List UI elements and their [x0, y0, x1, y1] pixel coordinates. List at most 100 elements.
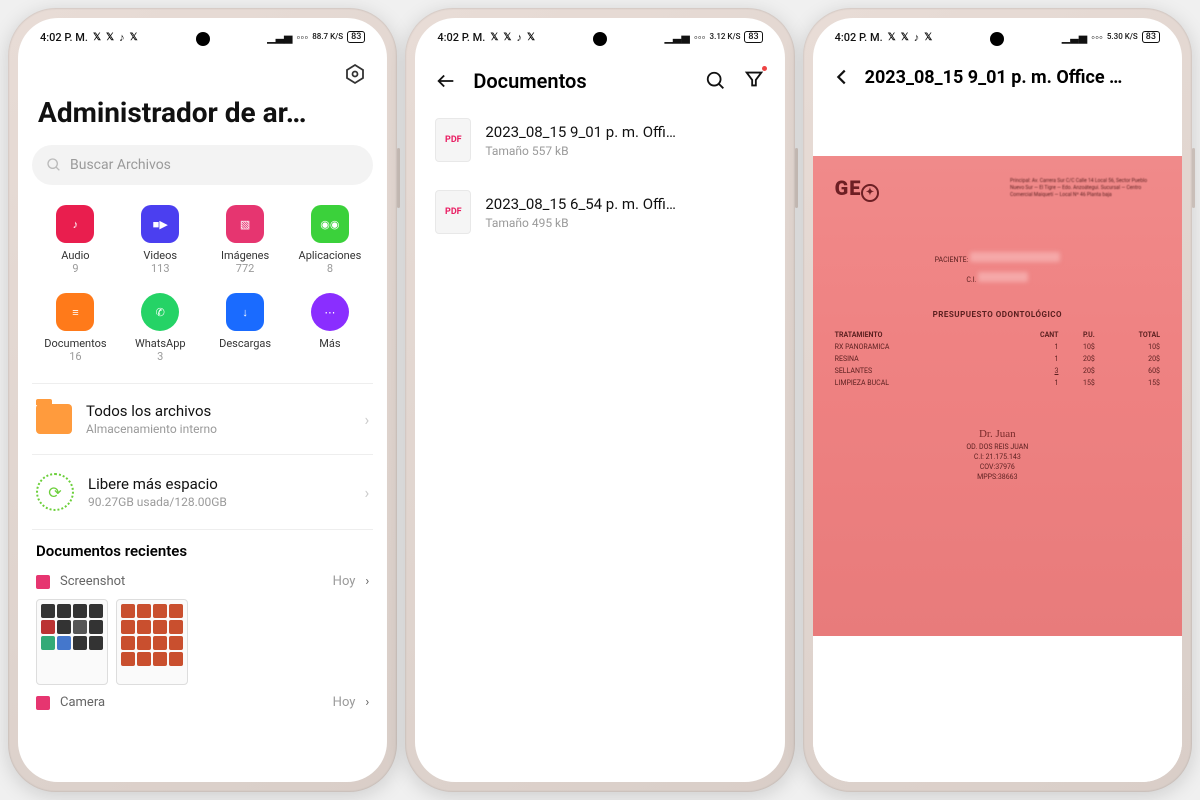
all-files-row[interactable]: Todos los archivos Almacenamiento intern… — [32, 383, 373, 454]
category-whatsapp[interactable]: ✆ WhatsApp 3 — [121, 293, 200, 363]
category-label: Audio — [61, 249, 89, 262]
status-x-icon: 𝕏 — [503, 32, 511, 43]
cleaner-icon: ⟳ — [36, 473, 74, 511]
status-x-icon: 𝕏 — [490, 32, 498, 43]
category-videos[interactable]: ■▶ Videos 113 — [121, 205, 200, 275]
download-icon: ↓ — [226, 293, 264, 331]
battery-indicator: 83 — [744, 31, 762, 43]
chevron-right-icon: › — [365, 695, 369, 710]
wifi-icon: ◦◦◦ — [1091, 31, 1103, 44]
thumbnail[interactable] — [36, 599, 108, 685]
category-count: 3 — [157, 350, 163, 363]
net-speed: 3.12 K/S — [710, 33, 741, 41]
battery-indicator: 83 — [1142, 31, 1160, 43]
category-documents[interactable]: ≡ Documentos 16 — [36, 293, 115, 363]
category-label: Descargas — [219, 337, 271, 350]
search-icon[interactable] — [705, 70, 727, 92]
search-icon — [46, 157, 62, 173]
status-x-icon: 𝕏 — [924, 32, 932, 43]
phone-frame-1: 4:02 P. M. 𝕏 𝕏 ♪ 𝕏 ▁▃▅ ◦◦◦ 88.7 K/S 83 A… — [8, 8, 397, 792]
camera-notch — [593, 32, 607, 46]
row-subtitle: 90.27GB usada/128.00GB — [88, 495, 227, 509]
document-viewer[interactable]: GE✦ Principal: Av. Carrera Sur C/C Calle… — [813, 156, 1182, 782]
row-title: Todos los archivos — [86, 402, 217, 420]
pdf-icon: PDF — [435, 118, 471, 162]
image-icon: ▧ — [226, 205, 264, 243]
search-placeholder: Buscar Archivos — [70, 157, 171, 173]
category-audio[interactable]: ♪ Audio 9 — [36, 205, 115, 275]
camera-notch — [990, 32, 1004, 46]
pdf-icon: PDF — [435, 190, 471, 234]
signal-icon: ▁▃▅ — [1062, 31, 1087, 44]
thumbnail[interactable] — [116, 599, 188, 685]
category-more[interactable]: ⋯ Más — [290, 293, 369, 363]
category-count: 772 — [236, 262, 255, 275]
battery-indicator: 83 — [347, 31, 365, 43]
category-label: WhatsApp — [135, 337, 186, 350]
whatsapp-icon: ✆ — [141, 293, 179, 331]
image-icon — [36, 696, 50, 710]
android-icon: ◉◉ — [311, 205, 349, 243]
doc-address: Principal: Av. Carrera Sur C/C Calle 14 … — [1010, 178, 1160, 199]
net-speed: 5.30 K/S — [1107, 33, 1138, 41]
category-apps[interactable]: ◉◉ Aplicaciones 8 — [290, 205, 369, 275]
category-images[interactable]: ▧ Imágenes 772 — [206, 205, 285, 275]
doc-title: 2023_08_15 9_01 p. m. Offi… — [485, 123, 676, 141]
doc-title: 2023_08_15 6_54 p. m. Offi… — [485, 195, 676, 213]
phone-frame-2: 4:02 P. M. 𝕏 𝕏 ♪ 𝕏 ▁▃▅ ◦◦◦ 3.12 K/S 83 D… — [405, 8, 794, 792]
chevron-right-icon: › — [365, 483, 370, 502]
thumbnail-row — [32, 599, 373, 685]
doc-budget-title: PRESUPUESTO ODONTOLÓGICO — [835, 310, 1160, 319]
status-x-icon: 𝕏 — [527, 32, 535, 43]
signal-icon: ▁▃▅ — [664, 31, 689, 44]
back-icon[interactable] — [435, 70, 457, 92]
category-downloads[interactable]: ↓ Descargas — [206, 293, 285, 363]
status-tiktok-icon: ♪ — [914, 31, 920, 44]
category-grid: ♪ Audio 9 ■▶ Videos 113 ▧ Imágenes 772 ◉… — [32, 205, 373, 383]
recent-tag: Hoy — [333, 695, 356, 710]
status-x-icon: 𝕏 — [901, 32, 909, 43]
recent-header: Documentos recientes — [32, 530, 373, 564]
status-time: 4:02 P. M. — [40, 31, 88, 44]
category-count: 8 — [327, 262, 333, 275]
document-item[interactable]: PDF 2023_08_15 9_01 p. m. Offi… Tamaño 5… — [429, 104, 770, 176]
video-icon: ■▶ — [141, 205, 179, 243]
doc-subtitle: Tamaño 495 kB — [485, 216, 676, 230]
chevron-right-icon: › — [365, 574, 369, 589]
document-item[interactable]: PDF 2023_08_15 6_54 p. m. Offi… Tamaño 4… — [429, 176, 770, 248]
doc-subtitle: Tamaño 557 kB — [485, 144, 676, 158]
category-count: 9 — [72, 262, 78, 275]
category-count: 16 — [69, 350, 81, 363]
row-subtitle: Almacenamiento interno — [86, 422, 217, 436]
signal-icon: ▁▃▅ — [267, 31, 292, 44]
folder-icon — [36, 404, 72, 434]
recent-camera-row[interactable]: Camera Hoy › — [32, 685, 373, 720]
filter-button[interactable] — [743, 68, 765, 94]
status-tiktok-icon: ♪ — [119, 31, 125, 44]
page-title: 2023_08_15 9_01 p. m. Office … — [865, 67, 1123, 88]
search-input[interactable]: Buscar Archivos — [32, 145, 373, 185]
status-tiktok-icon: ♪ — [516, 31, 522, 44]
camera-notch — [196, 32, 210, 46]
settings-icon[interactable] — [343, 62, 367, 86]
net-speed: 88.7 K/S — [312, 33, 343, 41]
category-label: Videos — [143, 249, 177, 262]
audio-icon: ♪ — [56, 205, 94, 243]
recent-screenshot-row[interactable]: Screenshot Hoy › — [32, 564, 373, 599]
scanned-document: GE✦ Principal: Av. Carrera Sur C/C Calle… — [813, 156, 1182, 636]
filter-icon — [743, 68, 765, 90]
doc-signature: Dr. Juan OD. DOS REIS JUAN C.I: 21.175.1… — [835, 429, 1160, 482]
doc-patient: PACIENTE: C.I. — [835, 252, 1160, 284]
back-icon[interactable] — [831, 66, 853, 88]
status-x-icon: 𝕏 — [130, 32, 138, 43]
page-title: Documentos — [473, 69, 688, 93]
more-icon: ⋯ — [311, 293, 349, 331]
category-label: Documentos — [44, 337, 106, 350]
wifi-icon: ◦◦◦ — [297, 31, 309, 44]
category-label: Más — [319, 337, 340, 350]
page-title: Administrador de ar… — [32, 92, 373, 145]
header: 2023_08_15 9_01 p. m. Office … — [813, 52, 1182, 96]
free-space-row[interactable]: ⟳ Libere más espacio 90.27GB usada/128.0… — [32, 454, 373, 529]
recent-label: Camera — [60, 695, 105, 710]
chevron-right-icon: › — [365, 410, 370, 429]
